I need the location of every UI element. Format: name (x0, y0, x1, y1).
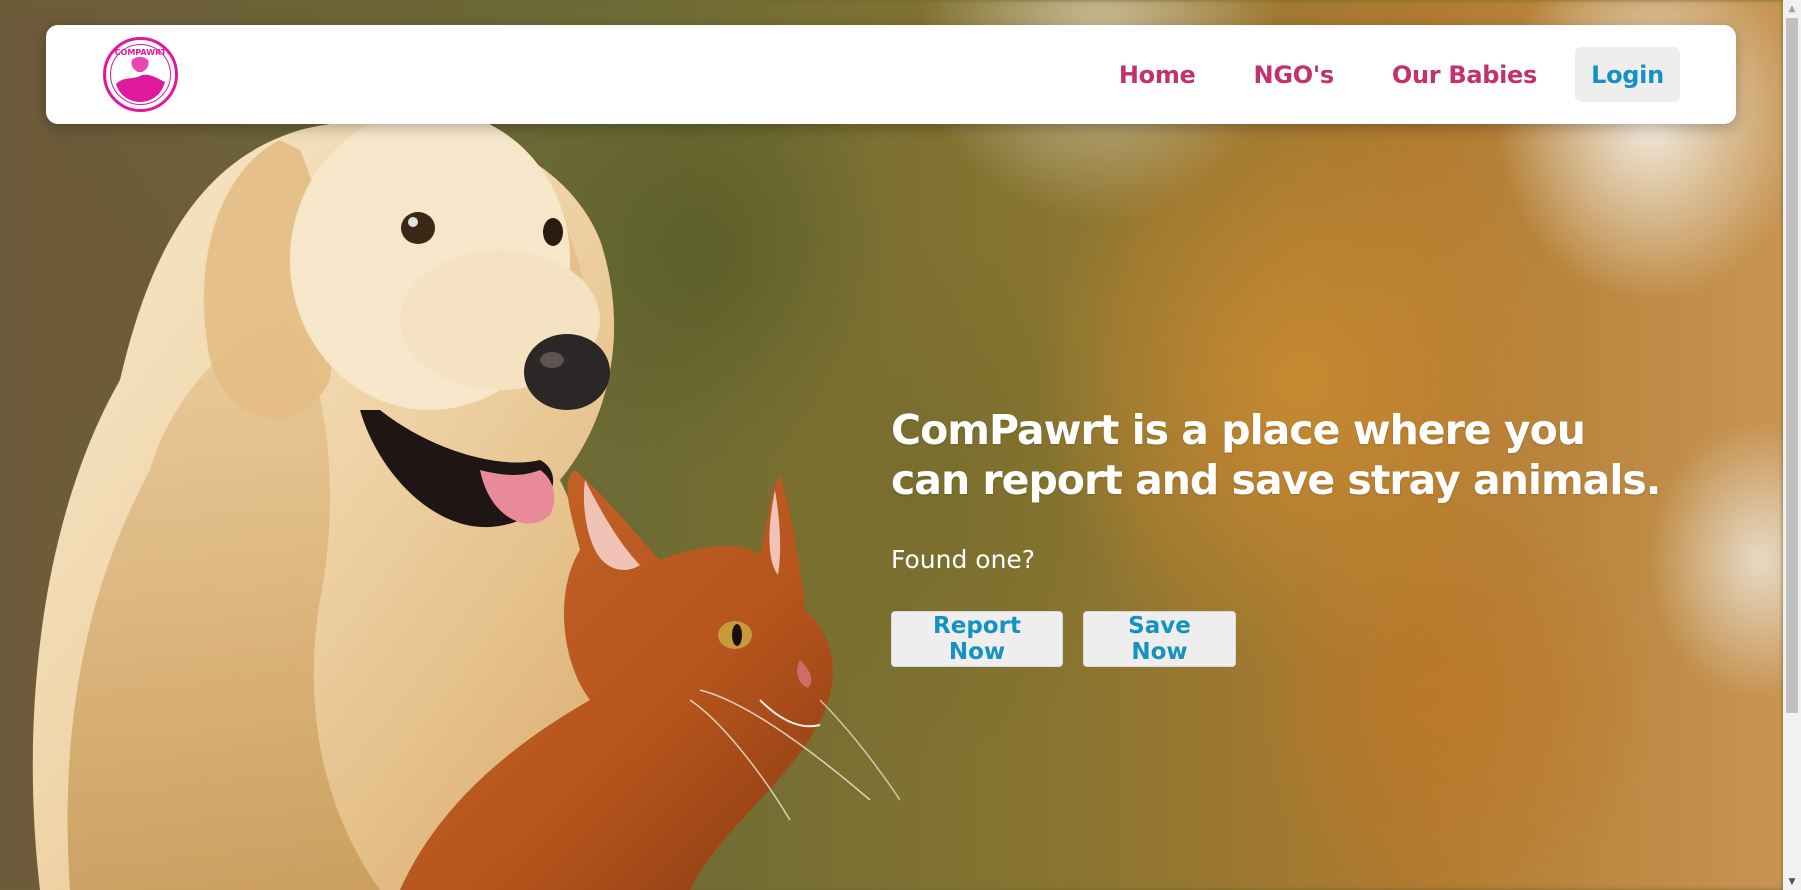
hero-content: ComPawrt is a place where you can report… (891, 405, 1671, 667)
nav-link-our-babies[interactable]: Our Babies (1392, 61, 1537, 89)
nav-link-home[interactable]: Home (1119, 61, 1196, 89)
svg-text:COMPAWRT: COMPAWRT (115, 48, 167, 57)
scroll-down-arrow-icon[interactable]: ▼ (1783, 873, 1801, 890)
login-button[interactable]: Login (1575, 47, 1680, 102)
save-now-button[interactable]: Save Now (1083, 611, 1236, 667)
nav-links: Home NGO's Our Babies Login (1119, 47, 1680, 102)
hero-subtitle: Found one? (891, 545, 1036, 574)
hero-title: ComPawrt is a place where you can report… (891, 406, 1661, 504)
page-viewport: COMPAWRT Home NGO's Our Babies Login Com… (0, 0, 1801, 890)
vertical-scrollbar[interactable]: ▲ ▼ (1783, 0, 1801, 890)
report-now-button[interactable]: Report Now (891, 611, 1063, 667)
nav-link-ngos[interactable]: NGO's (1254, 61, 1335, 89)
scrollbar-thumb[interactable] (1786, 18, 1798, 713)
compawrt-logo[interactable]: COMPAWRT (102, 36, 179, 113)
dog-and-cat-image (32, 110, 900, 890)
hero-buttons: Report Now Save Now (891, 611, 1671, 667)
top-navbar: COMPAWRT Home NGO's Our Babies Login (46, 25, 1736, 124)
scroll-up-arrow-icon[interactable]: ▲ (1783, 0, 1801, 17)
